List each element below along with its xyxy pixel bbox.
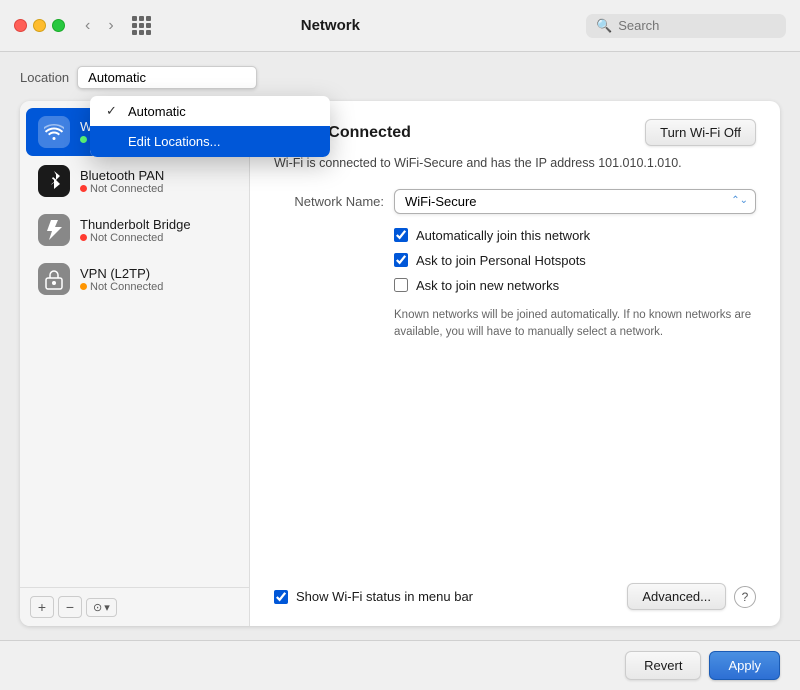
status-value: Connected [328,124,411,141]
vpn-item-status: Not Connected [80,281,163,293]
action-icon: ⊙ [93,601,102,614]
thunderbolt-status-dot [80,234,87,241]
location-label: Location [20,70,69,85]
bluetooth-item-name: Bluetooth PAN [80,168,164,183]
detail-panel: Status: Connected Turn Wi-Fi Off Wi-Fi i… [250,101,780,626]
vpn-icon [38,263,70,295]
network-name-select-wrapper: WiFi-Secure Other Network... ⌃⌄ [394,189,756,214]
body-layout: Wi-Fi Connected Blue [20,101,780,626]
vpn-item-info: VPN (L2TP) Not Connected [80,266,163,293]
network-name-row: Network Name: WiFi-Secure Other Network.… [274,189,756,214]
detail-spacer [274,355,756,575]
thunderbolt-item-name: Thunderbolt Bridge [80,217,191,232]
main-content: Location Automatic ✓ Automatic Edit Loca… [0,52,800,640]
network-name-label: Network Name: [274,194,384,209]
advanced-button[interactable]: Advanced... [627,583,726,610]
turn-wifi-off-button[interactable]: Turn Wi-Fi Off [645,119,756,146]
checkbox-new-networks-row: Ask to join new networks [394,278,756,293]
network-name-select[interactable]: WiFi-Secure Other Network... [394,189,756,214]
auto-join-checkbox[interactable] [394,228,408,242]
new-networks-label[interactable]: Ask to join new networks [416,278,559,293]
remove-network-button[interactable]: − [58,596,82,618]
location-selected-value: Automatic [88,70,146,85]
action-bar: Revert Apply [0,640,800,690]
show-status-row: Show Wi-Fi status in menu bar [274,589,473,604]
show-wifi-status-checkbox[interactable] [274,590,288,604]
bluetooth-icon [38,165,70,197]
checkmark-icon: ✓ [106,103,120,119]
minimize-button[interactable] [33,19,46,32]
auto-join-label[interactable]: Automatically join this network [416,228,590,243]
detail-header: Status: Connected Turn Wi-Fi Off [274,119,756,146]
bluetooth-item-status: Not Connected [80,183,164,195]
personal-hotspot-label[interactable]: Ask to join Personal Hotspots [416,253,586,268]
sidebar-item-thunderbolt[interactable]: Thunderbolt Bridge Not Connected [26,206,243,254]
checkbox-personal-hotspot-row: Ask to join Personal Hotspots [394,253,756,268]
search-icon: 🔍 [596,18,612,34]
thunderbolt-item-info: Thunderbolt Bridge Not Connected [80,217,191,244]
revert-button[interactable]: Revert [625,651,701,680]
search-bar[interactable]: 🔍 [586,14,786,38]
wifi-status-dot [80,136,87,143]
vpn-item-name: VPN (L2TP) [80,266,163,281]
add-network-button[interactable]: + [30,596,54,618]
dropdown-item-edit-locations[interactable]: Edit Locations... [90,126,330,157]
footer-right: Advanced... ? [627,583,756,610]
bluetooth-status-dot [80,185,87,192]
action-arrow-icon: ▾ [104,601,110,614]
titlebar: ‹ › Network 🔍 [0,0,800,52]
dropdown-item-automatic-label: Automatic [128,104,186,119]
show-wifi-status-label[interactable]: Show Wi-Fi status in menu bar [296,589,473,604]
sidebar-item-bluetooth[interactable]: Bluetooth PAN Not Connected [26,157,243,205]
checkboxes-section: Automatically join this network Ask to j… [394,228,756,293]
networks-info-text: Known networks will be joined automatica… [394,307,754,342]
thunderbolt-icon [38,214,70,246]
help-button[interactable]: ? [734,586,756,608]
close-button[interactable] [14,19,27,32]
location-dropdown-menu: ✓ Automatic Edit Locations... [90,96,330,157]
sidebar: Wi-Fi Connected Blue [20,101,250,626]
bluetooth-item-info: Bluetooth PAN Not Connected [80,168,164,195]
sidebar-footer: + − ⊙ ▾ [20,587,249,626]
wifi-description: Wi-Fi is connected to WiFi-Secure and ha… [274,154,756,173]
apply-button[interactable]: Apply [709,651,780,680]
traffic-lights [14,19,65,32]
wifi-icon [38,116,70,148]
dropdown-item-automatic[interactable]: ✓ Automatic [90,96,330,126]
search-input[interactable] [618,18,758,33]
sidebar-list: Wi-Fi Connected Blue [20,101,249,587]
sidebar-item-vpn[interactable]: VPN (L2TP) Not Connected [26,255,243,303]
dropdown-item-edit-label: Edit Locations... [128,134,221,149]
vpn-status-dot [80,283,87,290]
thunderbolt-item-status: Not Connected [80,232,191,244]
detail-footer: Show Wi-Fi status in menu bar Advanced..… [274,583,756,610]
fullscreen-button[interactable] [52,19,65,32]
network-action-button[interactable]: ⊙ ▾ [86,598,117,617]
personal-hotspot-checkbox[interactable] [394,253,408,267]
window-title: Network [85,17,576,34]
new-networks-checkbox[interactable] [394,278,408,292]
checkbox-auto-join-row: Automatically join this network [394,228,756,243]
location-dropdown[interactable]: Automatic [77,66,257,89]
location-bar: Location Automatic ✓ Automatic Edit Loca… [20,66,780,89]
